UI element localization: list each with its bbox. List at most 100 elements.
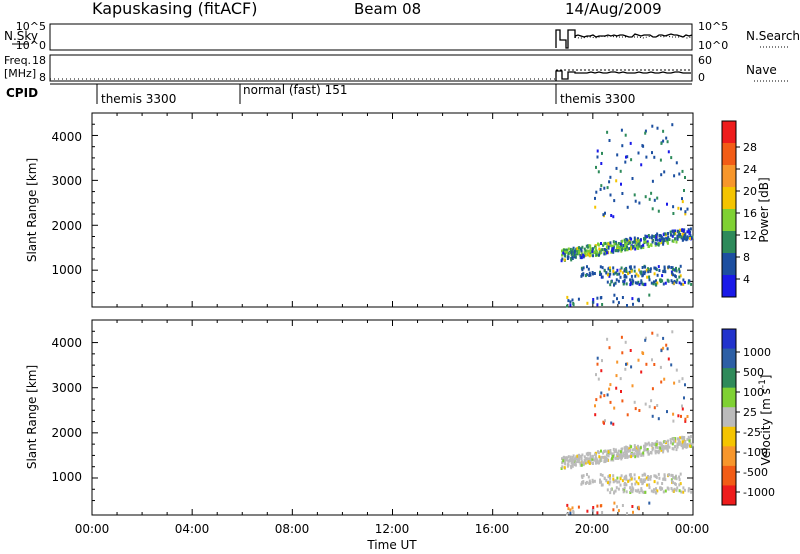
echo-pixel bbox=[600, 449, 602, 453]
echo-pixel bbox=[648, 405, 651, 409]
echo-pixel bbox=[637, 239, 640, 242]
echo-pixel bbox=[600, 162, 603, 165]
echo-pixel bbox=[651, 207, 654, 211]
echo-pixel bbox=[595, 373, 597, 377]
echo-pixel bbox=[631, 384, 634, 388]
echo-pixel bbox=[616, 249, 619, 253]
echo-pixel bbox=[630, 247, 632, 251]
echo-pixel bbox=[586, 265, 588, 269]
echo-pixel bbox=[656, 440, 659, 444]
echo-pixel bbox=[644, 402, 647, 406]
echo-pixel bbox=[578, 453, 581, 457]
echo-pixel bbox=[612, 508, 615, 512]
echo-pixel bbox=[580, 256, 583, 260]
echo-pixel bbox=[612, 240, 615, 244]
echo-pixel bbox=[638, 452, 641, 456]
echo-pixel bbox=[612, 269, 615, 273]
echo-pixel bbox=[662, 490, 665, 494]
echo-pixel bbox=[658, 269, 661, 272]
echo-pixel bbox=[663, 238, 666, 242]
echo-pixel bbox=[628, 454, 631, 458]
echo-pixel bbox=[588, 274, 591, 277]
colorbar-tick-label: 12 bbox=[743, 229, 757, 242]
echo-pixel bbox=[656, 333, 659, 337]
echo-pixel bbox=[678, 483, 681, 487]
echo-pixel bbox=[621, 192, 624, 195]
echo-pixel bbox=[601, 266, 604, 270]
echo-pixel bbox=[574, 253, 577, 257]
echo-pixel bbox=[609, 480, 612, 484]
echo-pixel bbox=[641, 144, 644, 148]
echo-pixel bbox=[634, 455, 637, 459]
colorbar-swatch bbox=[722, 165, 736, 188]
echo-pixel bbox=[688, 439, 691, 443]
echo-pixel bbox=[592, 462, 594, 465]
nsky-tick-bottom: 10^0 bbox=[16, 39, 46, 52]
echo-pixel bbox=[586, 457, 589, 461]
echo-pixel bbox=[633, 444, 636, 448]
echo-pixel bbox=[610, 280, 613, 284]
echo-pixel bbox=[633, 193, 636, 197]
echo-pixel bbox=[664, 478, 667, 482]
echo-pixel bbox=[653, 272, 656, 276]
colorbar-tick-label: 1000 bbox=[743, 346, 771, 359]
echo-pixel bbox=[567, 255, 570, 259]
echo-pixel bbox=[662, 450, 665, 454]
echo-pixel bbox=[690, 490, 693, 494]
echo-pixel bbox=[689, 444, 691, 448]
echo-pixel bbox=[631, 297, 634, 301]
echo-pixel bbox=[651, 151, 653, 155]
echo-pixel bbox=[623, 269, 626, 273]
colorbar-swatch bbox=[722, 121, 736, 144]
echo-pixel bbox=[624, 160, 627, 164]
echo-pixel bbox=[618, 272, 621, 276]
echo-pixel bbox=[629, 278, 632, 282]
echo-pixel bbox=[567, 455, 570, 459]
echo-pixel bbox=[612, 447, 615, 451]
echo-pixel bbox=[594, 205, 597, 209]
echo-pixel bbox=[683, 396, 685, 400]
echo-pixel bbox=[606, 130, 609, 134]
echo-pixel bbox=[577, 297, 580, 301]
echo-pixel bbox=[675, 240, 678, 244]
echo-pixel bbox=[684, 176, 686, 179]
echo-pixel bbox=[651, 414, 654, 418]
echo-pixel bbox=[647, 450, 650, 454]
echo-pixel bbox=[681, 197, 683, 201]
echo-pixel bbox=[670, 440, 672, 444]
echo-pixel bbox=[677, 414, 680, 418]
echo-pixel bbox=[609, 193, 612, 197]
echo-pixel bbox=[653, 266, 656, 270]
echo-pixel bbox=[592, 480, 594, 484]
echo-pixel bbox=[569, 303, 572, 307]
echo-pixel bbox=[674, 482, 677, 486]
echo-pixel bbox=[609, 383, 612, 387]
echo-pixel bbox=[666, 347, 669, 351]
echo-pixel bbox=[629, 267, 632, 271]
echo-pixel bbox=[660, 445, 663, 449]
echo-pixel bbox=[649, 477, 652, 481]
echo-pixel bbox=[630, 237, 633, 241]
echo-pixel bbox=[572, 511, 575, 515]
echo-pixel bbox=[643, 444, 645, 448]
echo-pixel bbox=[571, 506, 574, 510]
echo-pixel bbox=[676, 278, 679, 282]
echo-pixel bbox=[656, 481, 659, 485]
echo-pixel bbox=[601, 151, 603, 155]
echo-pixel bbox=[637, 358, 640, 362]
echo-pixel bbox=[684, 233, 686, 237]
echo-pixel bbox=[656, 446, 659, 450]
echo-pixel bbox=[609, 474, 611, 478]
echo-pixel bbox=[633, 473, 636, 477]
colorbar-tick-label: 28 bbox=[743, 141, 757, 154]
echo-pixel bbox=[653, 480, 656, 484]
echo-pixel bbox=[637, 151, 640, 155]
nave-tick-top: 60 bbox=[698, 54, 712, 67]
nsky-trace bbox=[555, 29, 693, 49]
echo-pixel bbox=[667, 150, 670, 154]
echo-pixel bbox=[631, 505, 634, 508]
echo-pixel bbox=[672, 205, 675, 209]
colorbar-swatch bbox=[722, 348, 736, 369]
echo-pixel bbox=[659, 158, 662, 162]
xtick-1600: 16:00 bbox=[475, 522, 510, 536]
